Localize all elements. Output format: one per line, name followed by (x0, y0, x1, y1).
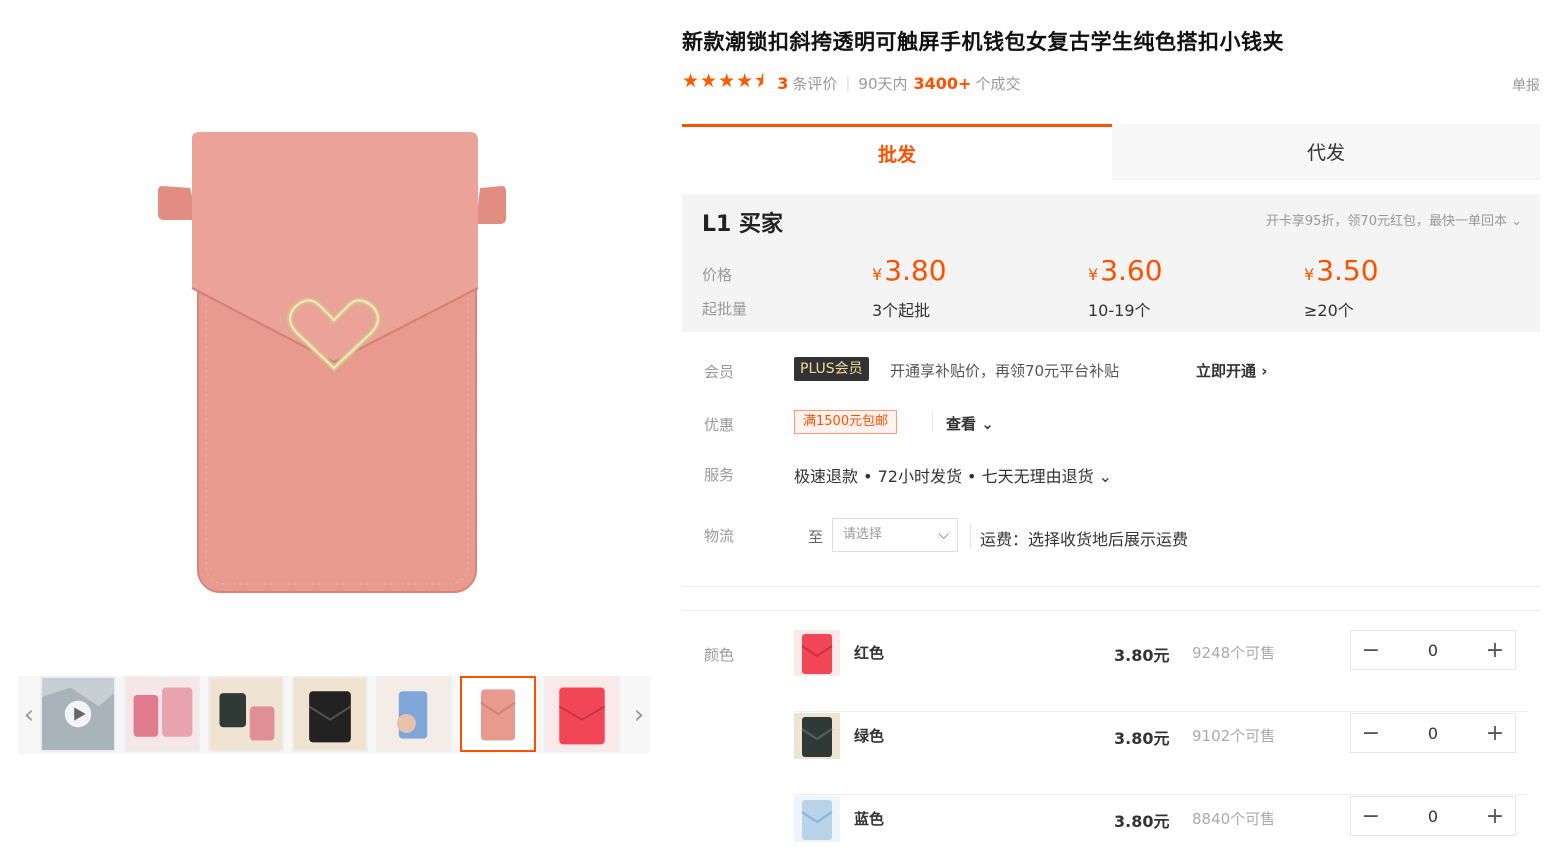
plus-icon[interactable]: + (1475, 631, 1515, 669)
sku-row-blue: 蓝色 3.80元 8840个可售 − 0 + (794, 796, 1528, 862)
section-divider (682, 610, 1540, 611)
quantity-stepper: − 0 + (1350, 630, 1516, 670)
thumb-prev-icon[interactable]: ‹ (18, 676, 40, 754)
chevron-down-icon: ⌵ (938, 527, 949, 543)
thumbnail-pink-bag[interactable] (460, 676, 536, 752)
service-guarantees[interactable]: 极速退款 • 72小时发货 • 七天无理由退货 ⌄ (794, 463, 1112, 487)
buyer-level: L1 买家 (702, 212, 783, 237)
sku-name: 蓝色 (854, 810, 885, 828)
minus-icon[interactable]: − (1351, 714, 1391, 752)
quantity-value[interactable]: 0 (1391, 724, 1475, 743)
color-label: 颜色 (704, 646, 735, 664)
sku-price: 3.80元 (1114, 646, 1170, 665)
currency-symbol: ¥ (1304, 265, 1315, 284)
sku-thumbnail[interactable] (794, 630, 840, 676)
sku-name: 绿色 (854, 727, 885, 745)
member-benefit-text: 开通享补贴价，再领70元平台补贴 (890, 362, 1120, 380)
price-value: 3.60 (1100, 254, 1163, 287)
sku-stock: 8840个可售 (1192, 810, 1276, 828)
free-shipping-coupon[interactable]: 满1500元包邮 (794, 410, 898, 434)
sales-period: 90天内 (858, 74, 908, 93)
price-tier-1: ¥3.80 (872, 254, 947, 287)
minus-icon[interactable]: − (1351, 631, 1391, 669)
service-label: 服务 (704, 466, 735, 484)
logistics-divider (970, 524, 971, 548)
thumbnail-black-bag[interactable] (292, 676, 368, 752)
rating-separator: | (845, 74, 851, 92)
logistics-label: 物流 (704, 527, 735, 545)
quantity-value[interactable]: 0 (1391, 641, 1475, 660)
view-promos-link[interactable]: 查看 ⌄ (946, 413, 994, 434)
price-value: 3.80 (884, 254, 947, 287)
promo-divider (932, 412, 933, 432)
thumb-next-icon[interactable]: › (628, 676, 650, 754)
plus-member-badge: PLUS会员 (794, 357, 869, 381)
qty-tier-1: 3个起批 (872, 301, 931, 320)
sku-row-green: 绿色 3.80元 9102个可售 − 0 + (794, 713, 1528, 795)
main-product-image[interactable] (150, 118, 520, 608)
sku-name: 红色 (854, 644, 885, 662)
rating-row: ★★★★⯨ 3 条评价 | 90天内 3400+ 个成交 (682, 70, 1021, 94)
quantity-stepper: − 0 + (1350, 713, 1516, 753)
product-gallery: ‹ › (0, 0, 660, 862)
star-rating-icon: ★★★★⯨ (682, 70, 766, 92)
sku-price: 3.80元 (1114, 812, 1170, 831)
plus-icon[interactable]: + (1475, 714, 1515, 752)
thumbnail-strip: ‹ › (18, 676, 650, 754)
membership-promo-note[interactable]: 开卡享95折，领70元红包，最快一单回本 ⌄ (1266, 210, 1522, 229)
sku-price: 3.80元 (1114, 729, 1170, 748)
price-box: L1 买家 开卡享95折，领70元红包，最快一单回本 ⌄ 价格 起批量 ¥3.8… (682, 194, 1540, 332)
currency-symbol: ¥ (1088, 265, 1099, 284)
member-label: 会员 (704, 363, 735, 381)
sales-count: 3400+ (913, 73, 972, 93)
review-label[interactable]: 条评价 (792, 73, 837, 94)
tab-wholesale[interactable]: 批发 (682, 124, 1112, 180)
ship-to-label: 至 (808, 528, 824, 546)
tab-dropship[interactable]: 代发 (1112, 124, 1540, 180)
shipping-fee-text: 运费：选择收货地后展示运费 (980, 530, 1189, 549)
promo-label: 优惠 (704, 416, 735, 434)
thumbnail-hand-phone[interactable] (376, 676, 452, 752)
region-select-placeholder: 请选择 (843, 527, 883, 542)
sku-thumbnail[interactable] (794, 713, 840, 759)
region-select[interactable]: 请选择 ⌵ (832, 518, 958, 552)
currency-symbol: ¥ (872, 265, 883, 284)
purchase-tabs: 批发 代发 (682, 124, 1540, 180)
report-link[interactable]: 单报 (1512, 75, 1540, 95)
minus-icon[interactable]: − (1351, 797, 1391, 835)
open-membership-link[interactable]: 立即开通 › (1196, 360, 1267, 381)
quantity-stepper: − 0 + (1350, 796, 1516, 836)
plus-icon[interactable]: + (1475, 797, 1515, 835)
product-info: 新款潮锁扣斜挎透明可触屏手机钱包女复古学生纯色搭扣小钱夹 ★★★★⯨ 3 条评价… (682, 0, 1542, 862)
product-title: 新款潮锁扣斜挎透明可触屏手机钱包女复古学生纯色搭扣小钱夹 (682, 30, 1284, 54)
price-tier-3: ¥3.50 (1304, 254, 1379, 287)
min-qty-label: 起批量 (702, 300, 748, 318)
price-tier-2: ¥3.60 (1088, 254, 1163, 287)
review-count[interactable]: 3 (777, 74, 788, 93)
sales-label: 个成交 (975, 74, 1021, 93)
sku-stock: 9102个可售 (1192, 727, 1276, 745)
thumbnail-pink-bags[interactable] (124, 676, 200, 752)
sku-thumbnail[interactable] (794, 796, 840, 842)
section-divider (682, 586, 1540, 587)
quantity-value[interactable]: 0 (1391, 807, 1475, 826)
price-value: 3.50 (1316, 254, 1379, 287)
thumbnail-red-bag[interactable] (544, 676, 620, 752)
qty-tier-2: 10-19个 (1088, 301, 1151, 320)
price-label: 价格 (702, 266, 733, 284)
thumbnail-green-pink[interactable] (208, 676, 284, 752)
qty-tier-3: ≥20个 (1304, 301, 1354, 320)
thumbnail-video[interactable] (40, 676, 116, 752)
sku-stock: 9248个可售 (1192, 644, 1276, 662)
sku-row-red: 红色 3.80元 9248个可售 − 0 + (794, 630, 1528, 712)
